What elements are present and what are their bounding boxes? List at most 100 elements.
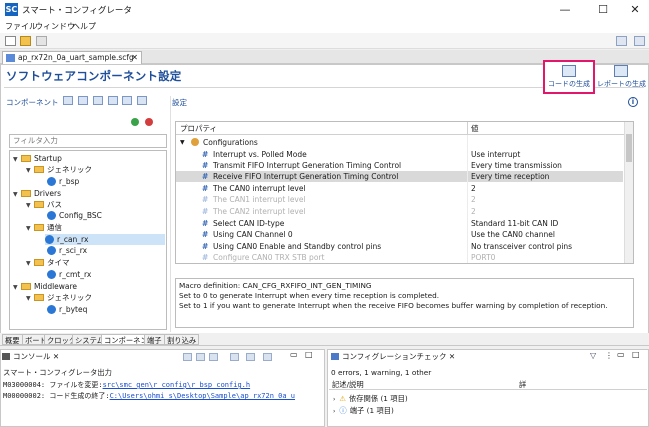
chevron-down-icon[interactable]: ▼	[26, 258, 34, 269]
property-value[interactable]: Standard 11-bit CAN ID	[471, 218, 558, 229]
maximize-panel-icon[interactable]: □	[305, 350, 313, 359]
config-check-tab[interactable]: コンフィグレーションチェック ✕	[331, 351, 455, 362]
chevron-down-icon[interactable]: ▼	[26, 200, 34, 211]
tree-node-r-bsp[interactable]: r_bsp	[47, 176, 79, 187]
property-value[interactable]: No transceiver control pins	[471, 241, 572, 252]
column-value[interactable]: 値	[471, 122, 479, 135]
info-icon[interactable]: i	[628, 97, 638, 107]
word-wrap-icon[interactable]	[209, 353, 218, 361]
panel-divider[interactable]	[170, 96, 171, 332]
check-row-pins[interactable]: › ⓘ 端子 (1 項目)	[333, 406, 394, 416]
component-filter-input[interactable]: フィルタ入力	[9, 134, 167, 148]
sort-icon[interactable]	[93, 96, 103, 105]
tree-node-bus[interactable]: ▼ バス	[26, 199, 62, 210]
view-menu-icon[interactable]	[137, 96, 147, 105]
save-icon[interactable]	[36, 36, 47, 46]
check-row-dependencies[interactable]: › ⚠ 依存関係 (1 項目)	[333, 394, 408, 404]
tree-node-startup[interactable]: ▼ Startup	[13, 153, 62, 164]
tree-node-generic[interactable]: ▼ ジェネリック	[26, 164, 92, 175]
maximize-panel-icon[interactable]: □	[632, 350, 640, 359]
chevron-down-icon[interactable]: ▼	[26, 293, 34, 304]
generate-code-button[interactable]: コードの生成	[543, 60, 595, 94]
gear-icon	[191, 138, 199, 146]
property-row-selected[interactable]: # Receive FIFO Interrupt Generation Timin…	[176, 171, 623, 182]
console-file-link[interactable]: src\smc_gen\r_config\r_bsp_config.h	[103, 381, 251, 389]
add-component-icon[interactable]	[63, 96, 73, 105]
property-name: Select CAN ID-type	[213, 219, 285, 228]
chevron-down-icon[interactable]: ▼	[26, 165, 34, 176]
property-value[interactable]: Use interrupt	[471, 149, 520, 160]
tab-interrupts[interactable]: 割り込み	[164, 334, 200, 345]
column-description[interactable]: 記述/説明	[332, 379, 364, 390]
property-row[interactable]: # Select CAN ID-type Standard 11-bit CAN I…	[176, 218, 623, 229]
close-tab-icon[interactable]: ✕	[131, 52, 138, 64]
filter-icon[interactable]: ▽	[590, 351, 596, 360]
grid-scrollbar[interactable]	[624, 122, 633, 263]
tree-node-comms[interactable]: ▼ 通信	[26, 222, 62, 233]
chevron-right-icon[interactable]: ›	[333, 408, 335, 415]
chevron-down-icon[interactable]: ▼	[13, 282, 21, 293]
open-folder-icon[interactable]	[20, 36, 31, 46]
tree-node-generic-2[interactable]: ▼ ジェネリック	[26, 292, 92, 303]
tree-node-timer[interactable]: ▼ タイマ	[26, 257, 70, 268]
collapse-all-icon[interactable]	[108, 96, 118, 105]
generate-report-button[interactable]: レポートの生成	[597, 62, 646, 92]
tab-overview[interactable]: 概要	[2, 334, 23, 345]
group-row-configurations[interactable]: ▼ Configurations	[176, 137, 623, 148]
property-value[interactable]: Every time transmission	[471, 160, 562, 171]
view-menu-icon[interactable]: ⋮	[605, 351, 613, 360]
tree-node-middleware[interactable]: ▼ Middleware	[13, 281, 77, 292]
menu-help[interactable]: ヘルプ	[72, 21, 96, 32]
property-value[interactable]: 2	[471, 183, 476, 194]
remove-component-icon[interactable]	[78, 96, 88, 105]
chevron-down-icon[interactable]: ▼	[26, 223, 34, 234]
console-file-link[interactable]: C:\Users\ohmi s\Desktop\Sample\ap_rx72n_…	[110, 392, 295, 400]
chevron-down-icon[interactable]: ▼	[180, 137, 185, 148]
property-row[interactable]: # Transmit FIFO Interrupt Generation Timi…	[176, 160, 623, 171]
menu-window[interactable]: ウィンドウ	[35, 21, 75, 32]
property-row[interactable]: # Using CAN Channel 0 Use the CAN0 channel	[176, 229, 623, 240]
property-row[interactable]: # Interrupt vs. Polled Mode Use interrupt	[176, 149, 623, 160]
remove-red-icon[interactable]	[145, 118, 153, 126]
chevron-down-icon[interactable]: ▼	[13, 189, 21, 200]
column-property[interactable]: プロパティ	[180, 122, 217, 135]
minimize-button[interactable]: —	[548, 0, 582, 20]
clear-console-icon[interactable]	[183, 353, 192, 361]
generate-report-label: レポートの生成	[597, 80, 646, 88]
tree-node-config-bsc[interactable]: Config_BSC	[47, 210, 102, 221]
smart-configurator-perspective-icon[interactable]	[634, 36, 645, 46]
property-row[interactable]: # The CAN0 interrupt level 2	[176, 183, 623, 194]
menu-file[interactable]: ファイル	[5, 21, 37, 32]
minimize-panel-icon[interactable]: ▭	[617, 350, 625, 359]
chevron-down-icon[interactable]: ▼	[13, 154, 21, 165]
tree-node-r-cmt-rx[interactable]: r_cmt_rx	[47, 269, 91, 280]
column-detail[interactable]: 詳	[519, 379, 526, 390]
new-file-icon[interactable]	[5, 36, 16, 46]
tree-node-r-can-rx[interactable]: r_can_rx	[45, 234, 165, 245]
editor-tab[interactable]: ap_rx72n_0a_uart_sample.scfg ✕	[2, 51, 142, 64]
property-row[interactable]: # Using CAN0 Enable and Standby control p…	[176, 241, 623, 252]
tab-pins[interactable]: 端子	[144, 334, 165, 345]
display-console-icon[interactable]	[246, 353, 255, 361]
close-window-button[interactable]: ✕	[618, 0, 649, 20]
add-green-icon[interactable]	[131, 118, 139, 126]
close-tab-icon[interactable]: ✕	[53, 352, 59, 361]
pin-console-icon[interactable]	[230, 353, 239, 361]
perspective-icon[interactable]	[616, 36, 627, 46]
chevron-right-icon[interactable]: ›	[333, 396, 335, 403]
property-value[interactable]: Use the CAN0 channel	[471, 229, 555, 240]
open-console-icon[interactable]	[263, 353, 272, 361]
scrollbar-thumb[interactable]	[626, 134, 632, 162]
property-value[interactable]: Every time reception	[471, 171, 549, 182]
tree-node-r-byteq[interactable]: r_byteq	[47, 304, 87, 315]
scroll-lock-icon[interactable]	[196, 353, 205, 361]
console-tab[interactable]: コンソール ✕	[2, 351, 59, 362]
expand-all-icon[interactable]	[122, 96, 132, 105]
property-grid: プロパティ 値 ▼ Configurations # Interrupt vs. …	[175, 121, 634, 264]
close-tab-icon[interactable]: ✕	[449, 352, 455, 361]
minimize-panel-icon[interactable]: ▭	[290, 350, 298, 359]
maximize-button[interactable]: ☐	[586, 0, 620, 20]
tree-node-r-sci-rx[interactable]: r_sci_rx	[47, 245, 87, 256]
macro-icon: #	[202, 230, 209, 239]
tree-node-drivers[interactable]: ▼ Drivers	[13, 188, 61, 199]
